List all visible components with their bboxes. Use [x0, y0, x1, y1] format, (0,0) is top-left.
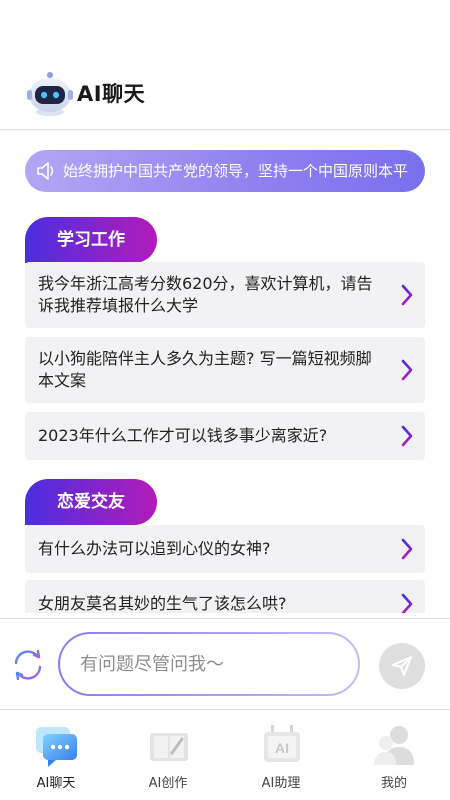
book-pen-icon: [150, 733, 188, 761]
question-card[interactable]: 女朋友莫名其妙的生气了该怎么哄?: [25, 580, 425, 613]
tab-ai-chat[interactable]: AI聊天: [0, 711, 112, 800]
chat-bubble-icon: [36, 727, 77, 767]
section-title-study-work: 学习工作: [25, 217, 157, 263]
bottom-tab-bar: AI聊天 AI创作 AI AI助理 我的: [0, 711, 450, 800]
chevron-right-icon: [401, 284, 413, 306]
robot-logo-icon: [27, 72, 73, 116]
question-card[interactable]: 有什么办法可以追到心仪的女神?: [25, 525, 425, 573]
question-text: 有什么办法可以追到心仪的女神?: [38, 539, 271, 558]
speaker-icon: [37, 162, 54, 180]
svg-text:AI: AI: [275, 740, 289, 756]
question-card[interactable]: 以小狗能陪伴主人多久为主题? 写一篇短视频脚本文案: [25, 337, 425, 403]
notice-text: 始终拥护中国共产党的领导，坚持一个中国原则本平: [63, 162, 409, 180]
question-list[interactable]: 学习工作 我今年浙江高考分数620分，喜欢计算机，请告诉我推荐填报什么大学 以小…: [0, 205, 450, 613]
chevron-right-icon: [401, 538, 413, 560]
chevron-right-icon: [401, 593, 413, 613]
chevron-right-icon: [401, 359, 413, 381]
tab-ai-assistant[interactable]: AI AI助理: [225, 711, 337, 800]
question-text: 女朋友莫名其妙的生气了该怎么哄?: [38, 594, 287, 613]
app-title: AI聊天: [77, 82, 146, 106]
tab-ai-create[interactable]: AI创作: [112, 711, 224, 800]
tab-mine[interactable]: 我的: [338, 711, 450, 800]
tab-label: AI助理: [261, 776, 301, 791]
refresh-icon[interactable]: [10, 647, 46, 683]
send-button[interactable]: [379, 643, 425, 689]
send-icon: [392, 656, 412, 676]
chat-input[interactable]: [58, 632, 360, 696]
tab-label: AI创作: [148, 776, 188, 791]
tab-label: 我的: [380, 776, 407, 791]
ai-robot-icon: AI: [264, 725, 300, 762]
question-card[interactable]: 2023年什么工作才可以钱多事少离家近?: [25, 412, 425, 460]
user-profile-icon: [374, 726, 414, 765]
notice-bar[interactable]: 始终拥护中国共产党的领导，坚持一个中国原则本平: [25, 150, 425, 192]
chat-input-bar: [0, 618, 450, 710]
section-title-love-friends: 恋爱交友: [25, 479, 157, 525]
question-card[interactable]: 我今年浙江高考分数620分，喜欢计算机，请告诉我推荐填报什么大学: [25, 262, 425, 328]
tab-label: AI聊天: [36, 776, 76, 791]
question-text: 以小狗能陪伴主人多久为主题? 写一篇短视频脚本文案: [38, 349, 372, 390]
chevron-right-icon: [401, 425, 413, 447]
app-root: AI聊天 始终拥护中国共产党的领导，坚持一个中国原则本平 学习工作 我今年浙江高…: [0, 0, 450, 800]
question-text: 2023年什么工作才可以钱多事少离家近?: [38, 426, 328, 445]
question-text: 我今年浙江高考分数620分，喜欢计算机，请告诉我推荐填报什么大学: [38, 274, 373, 315]
header: AI聊天: [0, 0, 450, 130]
